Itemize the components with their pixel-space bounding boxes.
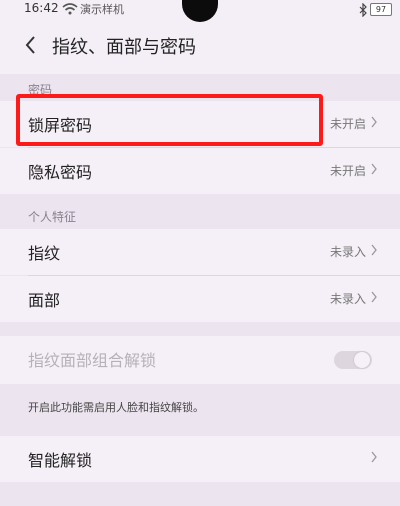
page-header: 指纹、面部与密码 (0, 24, 400, 74)
status-time: 16:42 (24, 1, 59, 15)
battery-indicator: 97 (370, 3, 392, 16)
section-label-biometrics: 个人特征 (28, 210, 77, 224)
bluetooth-icon (359, 3, 367, 17)
smart-unlock-row[interactable]: 智能解锁 (0, 436, 400, 482)
privacy-password-row[interactable]: 隐私密码 未开启 (0, 148, 400, 194)
chevron-right-icon (371, 244, 377, 256)
chevron-right-icon (371, 116, 377, 128)
combo-unlock-hint: 开启此功能需启用人脸和指纹解锁。 (28, 401, 204, 414)
carrier-label: 演示样机 (80, 3, 124, 16)
toggle-knob (354, 352, 370, 368)
fingerprint-label: 指纹 (28, 244, 61, 263)
status-bar: 16:42 演示样机 97 (0, 0, 400, 24)
face-label: 面部 (28, 291, 61, 310)
combo-unlock-label: 指纹面部组合解锁 (28, 351, 157, 370)
wifi-icon (62, 3, 78, 15)
privacy-password-status: 未开启 (329, 164, 366, 178)
smart-unlock-label: 智能解锁 (28, 451, 93, 470)
face-row[interactable]: 面部 未录入 (0, 276, 400, 322)
page-title: 指纹、面部与密码 (52, 37, 196, 58)
camera-notch (182, 0, 218, 22)
chevron-right-icon (371, 291, 377, 303)
highlight-box (16, 94, 323, 146)
combo-unlock-row: 指纹面部组合解锁 (0, 336, 400, 384)
chevron-right-icon (371, 451, 377, 463)
fingerprint-status: 未录入 (329, 245, 366, 259)
fingerprint-row[interactable]: 指纹 未录入 (0, 229, 400, 275)
chevron-left-icon[interactable] (22, 34, 40, 56)
face-status: 未录入 (329, 292, 366, 306)
privacy-password-label: 隐私密码 (28, 163, 93, 182)
chevron-right-icon (371, 163, 377, 175)
combo-unlock-toggle[interactable] (334, 351, 372, 369)
lock-screen-password-status: 未开启 (329, 117, 366, 131)
